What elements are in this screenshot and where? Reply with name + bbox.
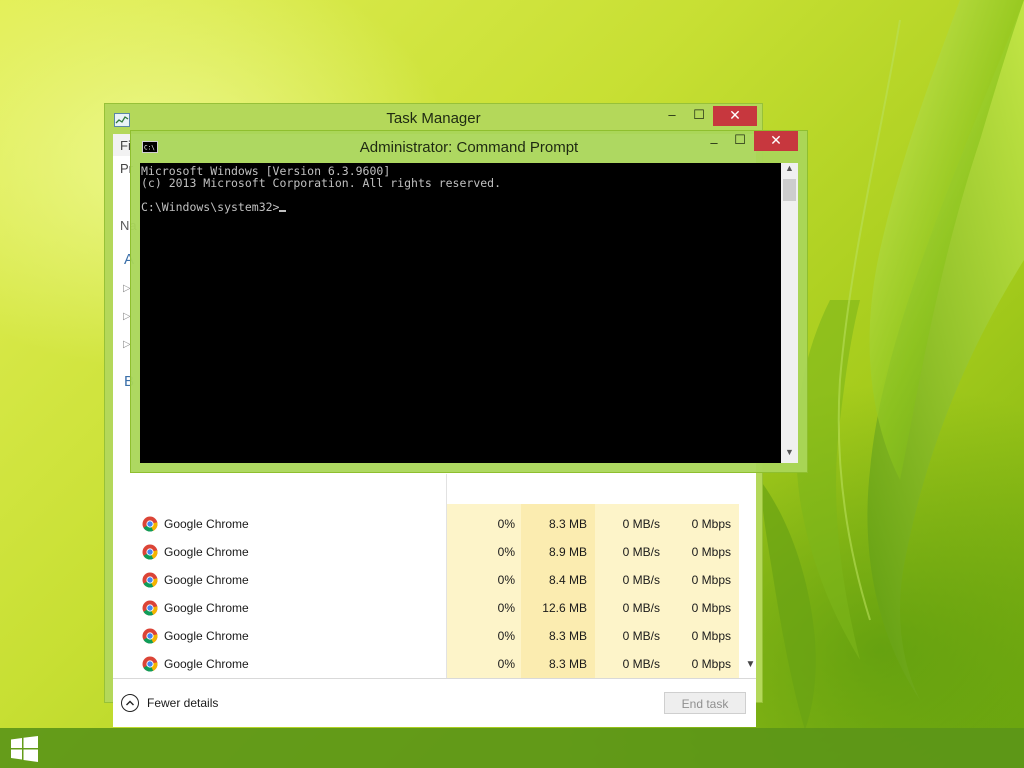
console-line: (c) 2013 Microsoft Corporation. All righ… — [141, 176, 502, 190]
table-row[interactable]: Google Chrome 0% 8.4 MB 0 MB/s 0 Mbps — [113, 566, 747, 594]
close-button[interactable]: ✕ — [713, 106, 757, 126]
memory-value: 8.3 MB — [548, 629, 587, 643]
process-name: Google Chrome — [164, 629, 249, 643]
memory-value: 8.4 MB — [548, 573, 587, 587]
cpu-value: 0% — [497, 517, 515, 531]
process-name: Google Chrome — [164, 657, 249, 671]
cpu-value: 0% — [497, 629, 515, 643]
text-cursor — [279, 210, 287, 212]
fewer-details-label: Fewer details — [147, 696, 219, 710]
process-name: Google Chrome — [164, 517, 249, 531]
console-prompt-line: C:\Windows\system32> — [141, 200, 287, 214]
scroll-up-icon[interactable]: ▲ — [781, 163, 798, 177]
chrome-icon — [142, 600, 158, 616]
disk-value: 0 MB/s — [622, 545, 660, 559]
network-value: 0 Mbps — [691, 573, 731, 587]
process-name: Google Chrome — [164, 545, 249, 559]
chrome-icon — [142, 628, 158, 644]
maximize-button[interactable]: ☐ — [724, 131, 756, 151]
chrome-icon — [142, 544, 158, 560]
chrome-icon — [142, 572, 158, 588]
table-row[interactable]: Google Chrome 0% 12.6 MB 0 MB/s 0 Mbps — [113, 594, 747, 622]
process-name: Google Chrome — [164, 573, 249, 587]
vertical-scrollbar[interactable]: ▲ ▼ — [781, 163, 798, 463]
disk-value: 0 MB/s — [622, 573, 660, 587]
table-row[interactable]: Google Chrome 0% 8.3 MB 0 MB/s 0 Mbps — [113, 650, 747, 678]
chrome-icon — [142, 656, 158, 672]
disk-value: 0 MB/s — [622, 629, 660, 643]
memory-value: 12.6 MB — [542, 601, 587, 615]
scroll-down-icon[interactable]: ▼ — [781, 447, 798, 461]
process-name: Google Chrome — [164, 601, 249, 615]
memory-value: 8.9 MB — [548, 545, 587, 559]
taskbar — [0, 728, 1024, 768]
console-output[interactable]: Microsoft Windows [Version 6.3.9600] (c)… — [140, 163, 781, 463]
end-task-button[interactable]: End task — [664, 692, 746, 714]
close-button[interactable]: ✕ — [754, 131, 798, 151]
cpu-value: 0% — [497, 601, 515, 615]
memory-value: 8.3 MB — [548, 517, 587, 531]
scroll-down-icon[interactable]: ▼ — [745, 659, 756, 675]
table-row[interactable]: Google Chrome 0% 8.9 MB 0 MB/s 0 Mbps — [113, 538, 747, 566]
task-manager-footer: Fewer details End task — [113, 678, 756, 727]
table-row[interactable]: Google Chrome 0% 8.3 MB 0 MB/s 0 Mbps — [113, 510, 747, 538]
disk-value: 0 MB/s — [622, 601, 660, 615]
cpu-value: 0% — [497, 657, 515, 671]
windows-logo-icon[interactable] — [11, 736, 39, 762]
chevron-up-icon — [121, 694, 139, 712]
memory-value: 8.3 MB — [548, 657, 587, 671]
chrome-icon — [142, 516, 158, 532]
network-value: 0 Mbps — [691, 657, 731, 671]
disk-value: 0 MB/s — [622, 657, 660, 671]
network-value: 0 Mbps — [691, 517, 731, 531]
cpu-value: 0% — [497, 573, 515, 587]
network-value: 0 Mbps — [691, 601, 731, 615]
network-value: 0 Mbps — [691, 545, 731, 559]
disk-value: 0 MB/s — [622, 517, 660, 531]
cpu-value: 0% — [497, 545, 515, 559]
maximize-button[interactable]: ☐ — [683, 106, 715, 126]
console-prompt: C:\Windows\system32> — [141, 200, 280, 214]
scroll-thumb[interactable] — [783, 179, 796, 201]
command-prompt-window[interactable]: C:\ Administrator: Command Prompt – ☐ ✕ … — [130, 130, 808, 473]
network-value: 0 Mbps — [691, 629, 731, 643]
table-row[interactable]: Google Chrome 0% 8.3 MB 0 MB/s 0 Mbps — [113, 622, 747, 650]
